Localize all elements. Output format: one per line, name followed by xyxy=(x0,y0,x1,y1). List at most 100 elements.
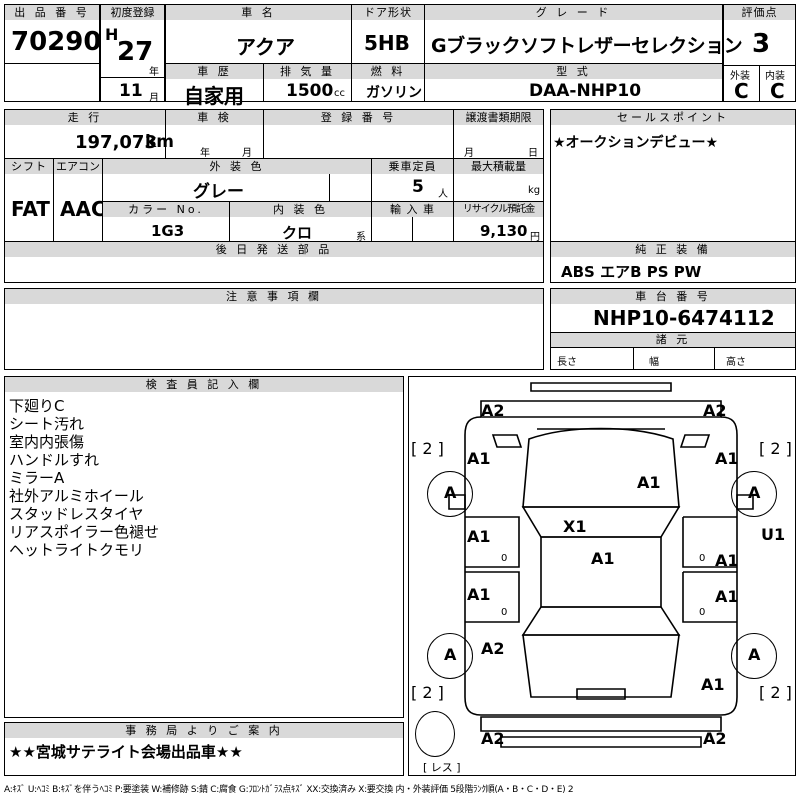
capacity-box: 乗車定員 5 人 xyxy=(371,158,454,202)
mark-hood: A1 xyxy=(637,473,661,492)
office-box: 事 務 局 よ り ご 案 内 ★★宮城サテライト会場出品車★★ xyxy=(4,722,404,776)
capacity-unit: 人 xyxy=(438,189,448,200)
ac-label: エアコン xyxy=(54,159,102,174)
mark-wheel-fr: A xyxy=(748,483,761,502)
mark-zero-fr: 0 xyxy=(699,553,706,564)
color-label: 外 装 色 xyxy=(103,159,371,174)
mark-rear-left: A2 xyxy=(481,729,505,748)
year-unit: 年 xyxy=(149,67,159,78)
capacity: 5 xyxy=(412,177,424,197)
mark-wheel-rr: A xyxy=(748,645,761,664)
ext-grade: C xyxy=(734,79,749,103)
reg-month: 11 xyxy=(119,81,143,101)
displacement-label: 排 気 量 xyxy=(264,64,351,79)
displacement-unit: cc xyxy=(334,88,345,99)
notes-label: 注 意 事 項 欄 xyxy=(5,289,543,304)
ac-box: エアコン AAC xyxy=(53,158,106,242)
chassis-box: 車 台 番 号 NHP10-6474112 諸 元 長さ 幅 高さ xyxy=(550,288,796,370)
color-no-box: カラー No. 1G3 xyxy=(102,201,230,242)
car-outline xyxy=(448,382,754,748)
color-box: 外 装 色 グレー xyxy=(102,158,372,202)
mark-rear-fender-l: A2 xyxy=(481,639,505,658)
fuel-box: 燃 料 ガソリン xyxy=(351,63,425,102)
equipment-label: 純 正 装 備 xyxy=(551,242,795,257)
chassis-label: 車 台 番 号 xyxy=(551,289,795,304)
history-box: 車 歴 自家用 xyxy=(165,63,264,108)
inspection-month-unit: 月 xyxy=(242,148,252,159)
transfer-month-unit: 月 xyxy=(464,148,474,159)
mark-rear-right: A1 xyxy=(701,675,725,694)
interior-label: 内 装 色 xyxy=(230,202,371,217)
load-label: 最大積載量 xyxy=(454,159,543,174)
mark-fender-fr: A1 xyxy=(715,449,739,468)
import-box: 輸 入 車 xyxy=(371,201,454,242)
lot-label: 出 品 番 号 xyxy=(5,5,99,20)
legend: A:ｷｽﾞ U:ﾍｺﾐ B:ｷｽﾞを伴うﾍｺﾐ P:要塗装 W:補修跡 S:錆 … xyxy=(4,785,574,795)
interior-box: 内 装 色 クロ 系 xyxy=(229,201,372,243)
lot-number: 70290 xyxy=(11,27,102,57)
dim-length: 長さ xyxy=(557,357,577,368)
lot-box: 出 品 番 号 70290 xyxy=(4,4,102,102)
load-box: 最大積載量 kg xyxy=(453,158,544,202)
reg-year: 27 xyxy=(117,37,154,67)
interior: クロ xyxy=(282,224,313,242)
mark-wheel-rl: A xyxy=(444,645,457,664)
door-label: ドア形状 xyxy=(352,5,424,20)
inspector-label: 検 査 員 記 入 欄 xyxy=(5,377,403,392)
mark-rear-right2: A2 xyxy=(703,729,727,748)
grade-box: グ レ ー ド Gブラックソフトレザーセレクション xyxy=(424,4,743,64)
mark-zero-rr: 0 xyxy=(699,607,706,618)
mark-door-fl: A1 xyxy=(467,527,491,546)
shift-label: シフト xyxy=(5,159,53,174)
office-text: ★★宮城サテライト会場出品車★★ xyxy=(9,743,243,761)
mark-spare: [ レス ] xyxy=(423,761,461,774)
int-grade: C xyxy=(770,79,785,103)
shift: FAT xyxy=(11,197,50,221)
plate-label: 登 録 番 号 xyxy=(264,110,453,125)
sales-point-label: セールスポイント xyxy=(551,110,795,125)
mark-wheel-fl: A xyxy=(444,483,457,502)
fuel: ガソリン xyxy=(366,85,422,101)
notes-box: 注 意 事 項 欄 xyxy=(4,288,544,370)
inspector-box: 検 査 員 記 入 欄 下廻りC シート汚れ 室内内張傷 ハンドルすれ ミラーA… xyxy=(4,376,404,718)
capacity-label: 乗車定員 xyxy=(372,159,453,174)
inspection-label: 車 検 xyxy=(166,110,263,125)
grade: Gブラックソフトレザーセレクション xyxy=(431,35,743,57)
mark-front-right: A2 xyxy=(703,401,727,420)
recycle: 9,130 xyxy=(480,222,528,240)
inspection-box: 車 検 年 月 xyxy=(165,109,264,159)
model-label: 型 式 xyxy=(425,64,722,79)
mark-bracket-bl: [ 2 ] xyxy=(411,683,444,702)
mark-zero-rl: 0 xyxy=(501,607,508,618)
sales-point-box: セールスポイント ★オークションデビュー★ xyxy=(550,109,796,242)
mark-zero-fl: 0 xyxy=(501,553,508,564)
plate-box: 登 録 番 号 xyxy=(263,109,454,159)
import-label: 輸 入 車 xyxy=(372,202,453,217)
inspector-line: ヘットライトクモリ xyxy=(9,541,145,559)
history: 自家用 xyxy=(184,84,244,108)
dims-label: 諸 元 xyxy=(551,332,795,347)
mark-door-rl: A1 xyxy=(467,585,491,604)
recycle-label: リサイクル預託金 xyxy=(454,202,543,217)
mark-bracket-tr: [ 2 ] xyxy=(759,439,792,458)
mark-fender-fl: A1 xyxy=(467,449,491,468)
later-parts-label: 後 日 発 送 部 品 xyxy=(5,242,543,257)
recycle-box: リサイクル預託金 9,130 円 xyxy=(453,201,544,243)
score: 3 xyxy=(752,29,771,59)
mark-door-rr: A1 xyxy=(715,587,739,606)
mark-roof: X1 xyxy=(563,517,587,536)
inspection-year-unit: 年 xyxy=(200,148,210,159)
door-box: ドア形状 5HB xyxy=(351,4,425,64)
car-diagram: A2 A2 [ 2 ] [ 2 ] A1 A1 A A A1 X1 A1 A1 … xyxy=(408,376,796,776)
equipment-box: 純 正 装 備 ABS エアB PS PW xyxy=(550,241,796,283)
mark-bracket-tl: [ 2 ] xyxy=(411,439,444,458)
equipment-text: ABS エアB PS PW xyxy=(561,263,702,281)
month-unit: 月 xyxy=(149,93,159,104)
displacement-box: 排 気 量 1500 cc xyxy=(263,63,352,102)
transfer-label: 譲渡書類期限 xyxy=(454,110,543,125)
mark-roof2: A1 xyxy=(591,549,615,568)
car-name-label: 車 名 xyxy=(166,5,351,20)
car-name-box: 車 名 アクア xyxy=(165,4,352,64)
load-unit: kg xyxy=(528,185,541,196)
mark-front-left: A2 xyxy=(481,401,505,420)
